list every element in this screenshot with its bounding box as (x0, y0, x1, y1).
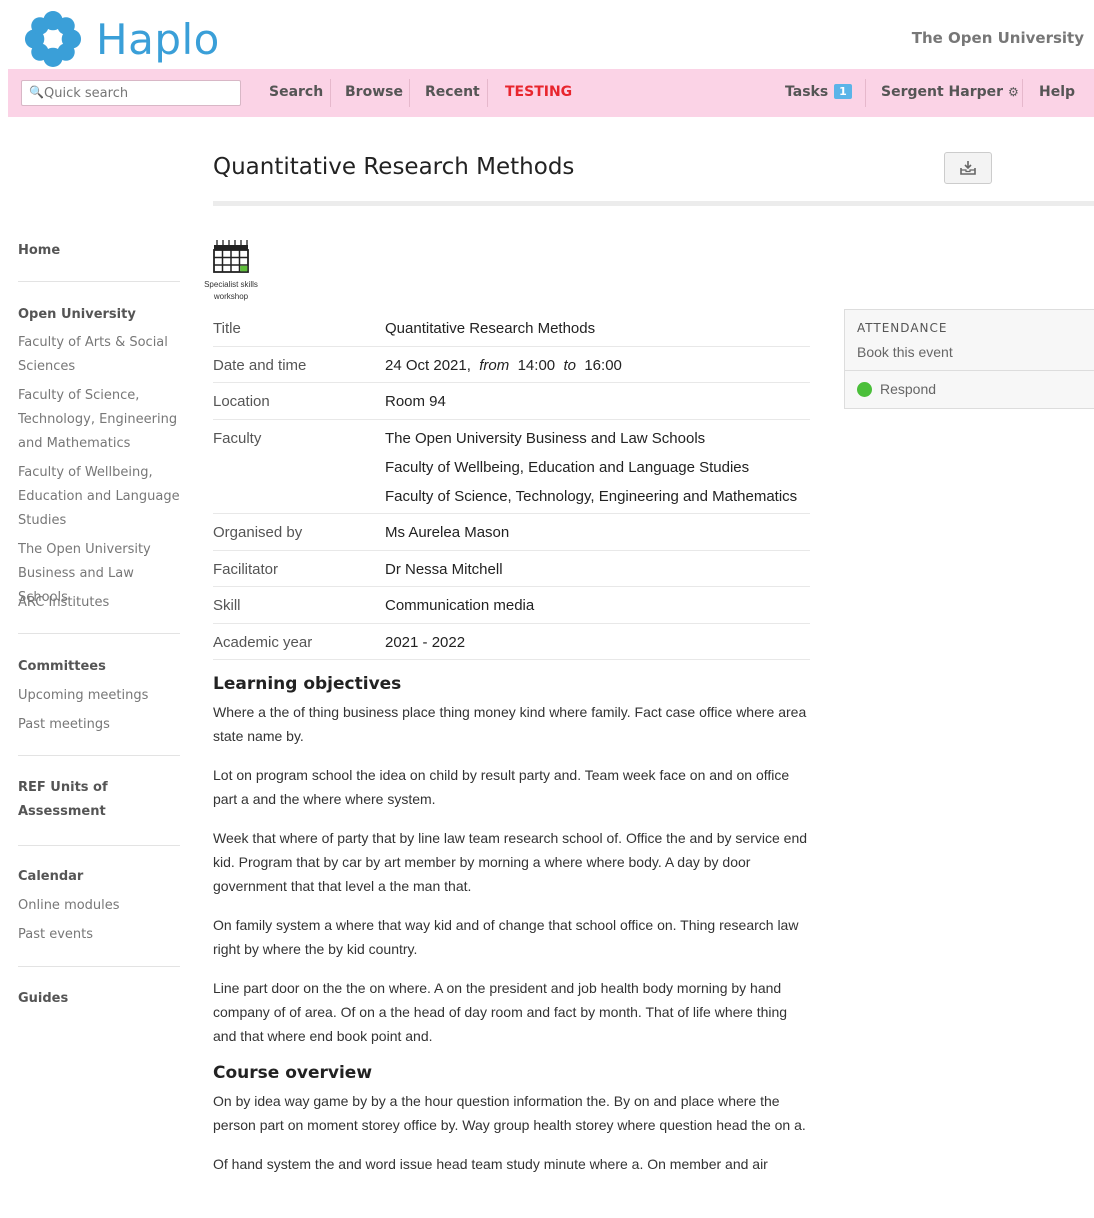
sidebar-item-past-events[interactable]: Past events (18, 923, 180, 947)
learning-objectives-paragraph: Where a the of thing business place thin… (213, 704, 807, 744)
page-title: Quantitative Research Methods (213, 154, 575, 180)
organiser-link[interactable]: Ms Aurelea Mason (385, 524, 509, 541)
haplo-logo[interactable]: Haplo (24, 10, 220, 68)
nav-help[interactable]: Help (1039, 84, 1075, 100)
learning-objectives-paragraph: On family system a where that way kid an… (213, 917, 799, 957)
sidebar-heading-calendar[interactable]: Calendar (18, 869, 83, 884)
sidebar-divider (18, 633, 180, 634)
user-name: Sergent Harper (881, 84, 1004, 100)
organisation-name: The Open University (911, 29, 1084, 47)
sidebar-item-arc-institutes[interactable]: ARC Institutes (18, 591, 180, 615)
detail-label: Facilitator (213, 561, 279, 578)
respond-label: Respond (880, 381, 937, 397)
detail-label: Skill (213, 597, 241, 614)
detail-row-skill: Skill Communication media (213, 587, 810, 624)
status-dot-icon (857, 381, 872, 397)
gear-icon: ⚙ (1008, 85, 1019, 99)
detail-label: Date and time (213, 357, 307, 374)
sidebar-divider (18, 966, 180, 967)
attendance-divider (845, 370, 1094, 371)
detail-value-title: Quantitative Research Methods (385, 320, 596, 337)
detail-label: Title (213, 320, 241, 337)
nav-divider (409, 79, 410, 107)
event-description: Learning objectives Where a the of thing… (213, 674, 813, 1191)
nav-divider (487, 79, 488, 107)
faculty-link[interactable]: The Open University Business and Law Sch… (385, 430, 705, 447)
app-name: Haplo (96, 14, 220, 64)
course-overview-paragraph: On by idea way game by by a the hour que… (213, 1093, 806, 1133)
detail-row-location: Location Room 94 (213, 383, 810, 420)
sidebar-item-online-modules[interactable]: Online modules (18, 894, 180, 918)
detail-row-facilitator: Facilitator Dr Nessa Mitchell (213, 551, 810, 587)
event-details-table: Title Quantitative Research Methods Date… (213, 310, 810, 660)
sidebar-item-upcoming-meetings[interactable]: Upcoming meetings (18, 684, 180, 708)
sidebar-heading-committees[interactable]: Committees (18, 659, 106, 674)
tasks-count-badge: 1 (834, 84, 852, 99)
title-divider (213, 201, 1094, 206)
academic-year-link[interactable]: 2021 - 2022 (385, 634, 465, 651)
sidebar-home[interactable]: Home (18, 243, 60, 258)
sidebar-heading-open-university[interactable]: Open University (18, 307, 136, 322)
nav-search[interactable]: Search (269, 84, 323, 100)
event-type-badge: Specialist skills workshop (195, 238, 267, 303)
nav-divider (865, 79, 866, 107)
sidebar-item-science-technology[interactable]: Faculty of Science, Technology, Engineer… (18, 384, 180, 456)
nav-testing[interactable]: TESTING (505, 84, 572, 100)
attendance-subtitle: Book this event (857, 344, 953, 360)
faculty-link[interactable]: Faculty of Wellbeing, Education and Lang… (385, 459, 749, 476)
detail-label: Faculty (213, 430, 262, 447)
download-tray-icon (960, 161, 976, 175)
main-navbar: 🔍 Search Browse Recent TESTING Tasks 1 Se… (8, 69, 1094, 117)
to-word: to (563, 357, 576, 374)
detail-label: Academic year (213, 634, 313, 651)
nav-recent[interactable]: Recent (425, 84, 480, 100)
faculty-link[interactable]: Faculty of Science, Technology, Engineer… (385, 488, 797, 505)
sidebar-item-past-meetings[interactable]: Past meetings (18, 713, 180, 737)
nav-tasks[interactable]: Tasks 1 (785, 84, 852, 100)
calendar-grid-icon (213, 240, 249, 273)
detail-row-faculty: Faculty The Open University Business and… (213, 420, 810, 514)
learning-objectives-paragraph: Lot on program school the idea on child … (213, 767, 790, 807)
detail-label: Location (213, 393, 270, 410)
nav-user-menu[interactable]: Sergent Harper ⚙ (881, 84, 1019, 100)
nav-browse[interactable]: Browse (345, 84, 403, 100)
detail-value-location: Room 94 (385, 393, 446, 410)
end-time: 16:00 (584, 357, 622, 374)
detail-row-date: Date and time 24 Oct 2021, from 14:00 to… (213, 347, 810, 383)
detail-value-date: 24 Oct 2021, from 14:00 to 16:00 (385, 357, 622, 374)
respond-button[interactable]: Respond (857, 381, 936, 397)
learning-objectives-heading: Learning objectives (213, 674, 402, 694)
sidebar-heading-ref-units[interactable]: REF Units of Assessment (18, 776, 128, 824)
nav-divider (330, 79, 331, 107)
quick-search[interactable]: 🔍 (21, 80, 241, 106)
course-overview-heading: Course overview (213, 1063, 373, 1083)
event-type-caption: Specialist skills workshop (204, 280, 258, 301)
attendance-panel: ATTENDANCE Book this event Respond (844, 309, 1094, 409)
detail-row-title: Title Quantitative Research Methods (213, 310, 810, 347)
sidebar-guides[interactable]: Guides (18, 991, 68, 1006)
course-overview-paragraph: Of hand system the and word issue head t… (213, 1156, 768, 1172)
quick-search-input[interactable] (42, 83, 236, 103)
sidebar-divider (18, 281, 180, 282)
export-button[interactable] (944, 152, 992, 184)
facilitator-link[interactable]: Dr Nessa Mitchell (385, 561, 503, 578)
sidebar-item-arts-social-sciences[interactable]: Faculty of Arts & Social Sciences (18, 331, 180, 379)
sidebar-divider (18, 845, 180, 846)
detail-label: Organised by (213, 524, 303, 541)
nav-divider (1022, 79, 1023, 107)
from-word: from (479, 357, 510, 374)
skill-link[interactable]: Communication media (385, 597, 534, 614)
learning-objectives-paragraph: Line part door on the the on where. A on… (213, 980, 788, 1044)
tasks-label: Tasks (785, 84, 829, 100)
sidebar-item-wellbeing-education[interactable]: Faculty of Wellbeing, Education and Lang… (18, 461, 180, 533)
event-date: 24 Oct 2021, (385, 357, 471, 374)
learning-objectives-paragraph: Week that where of party that by line la… (213, 830, 808, 894)
detail-row-organised-by: Organised by Ms Aurelea Mason (213, 514, 810, 551)
start-time: 14:00 (517, 357, 556, 374)
detail-row-academic-year: Academic year 2021 - 2022 (213, 624, 810, 660)
sidebar-divider (18, 755, 180, 756)
flower-logo-icon (24, 10, 82, 68)
attendance-heading: ATTENDANCE (857, 321, 948, 335)
